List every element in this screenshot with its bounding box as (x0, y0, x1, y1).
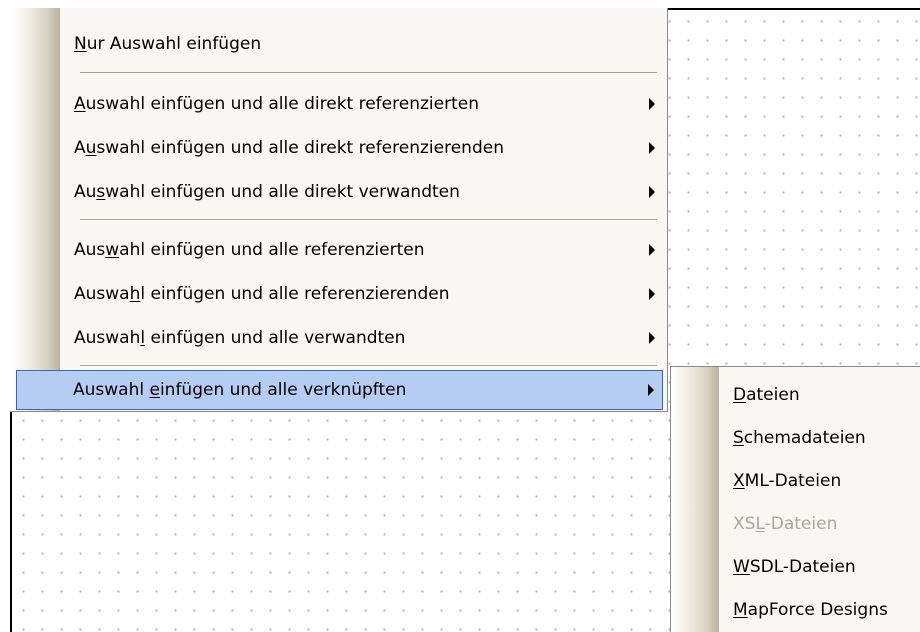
submenu-item-mapforce-designs[interactable]: MapForce Designs (671, 590, 920, 630)
submenu-item-xsl-files: XSL-Dateien (671, 504, 920, 544)
menu-item-paste-direct-referenced[interactable]: Auswahl einfügen und alle direkt referen… (10, 84, 667, 124)
menu-item-paste-direct-related[interactable]: Auswahl einfügen und alle direkt verwand… (10, 172, 667, 212)
menu-item-label: MapForce Designs (733, 600, 888, 620)
menu-item-label: Schemadateien (733, 428, 866, 448)
menu-item-label: WSDL-Dateien (733, 557, 856, 577)
submenu-arrow-icon (649, 244, 655, 256)
menu-item-label: Auswahl einfügen und alle direkt referen… (74, 94, 479, 114)
menu-item-label: Auswahl einfügen und alle verknüpften (73, 380, 407, 400)
submenu-item-xml-files[interactable]: XML-Dateien (671, 461, 920, 501)
menu-item-label: Auswahl einfügen und alle verwandten (74, 328, 406, 348)
menu-item-paste-direct-referencing[interactable]: Auswahl einfügen und alle direkt referen… (10, 128, 667, 168)
menu-item-label: Auswahl einfügen und alle direkt verwand… (74, 182, 460, 202)
menu-item-label: Auswahl einfügen und alle referenzierend… (74, 284, 450, 304)
menu-item-label: Nur Auswahl einfügen (74, 34, 262, 54)
menu-item-label: XML-Dateien (733, 471, 842, 491)
linked-files-submenu: Dateien Schemadateien XML-Dateien XSL-Da… (670, 366, 920, 632)
menu-item-paste-referenced[interactable]: Auswahl einfügen und alle referenzierten (10, 230, 667, 270)
menu-item-paste-referencing[interactable]: Auswahl einfügen und alle referenzierend… (10, 274, 667, 314)
submenu-arrow-icon (649, 98, 655, 110)
menu-separator (80, 72, 657, 74)
submenu-item-schema-files[interactable]: Schemadateien (671, 418, 920, 458)
menu-item-label: XSL-Dateien (733, 514, 838, 534)
menu-item-paste-related[interactable]: Auswahl einfügen und alle verwandten (10, 318, 667, 358)
submenu-arrow-icon (649, 186, 655, 198)
submenu-arrow-icon (648, 384, 654, 396)
submenu-arrow-icon (649, 332, 655, 344)
context-menu: Nur Auswahl einfügen Auswahl einfügen un… (10, 8, 668, 412)
submenu-item-wsdl-files[interactable]: WSDL-Dateien (671, 547, 920, 587)
menu-item-label: Auswahl einfügen und alle referenzierten (74, 240, 425, 260)
menu-item-label: Auswahl einfügen und alle direkt referen… (74, 138, 504, 158)
submenu-arrow-icon (649, 142, 655, 154)
menu-item-paste-linked[interactable]: Auswahl einfügen und alle verknüpften (16, 370, 663, 410)
menu-separator (80, 219, 657, 221)
menu-separator (80, 365, 657, 367)
menu-item-paste-selection-only[interactable]: Nur Auswahl einfügen (10, 24, 667, 64)
menu-item-label: Dateien (733, 385, 800, 405)
submenu-arrow-icon (649, 288, 655, 300)
submenu-item-files[interactable]: Dateien (671, 375, 920, 415)
